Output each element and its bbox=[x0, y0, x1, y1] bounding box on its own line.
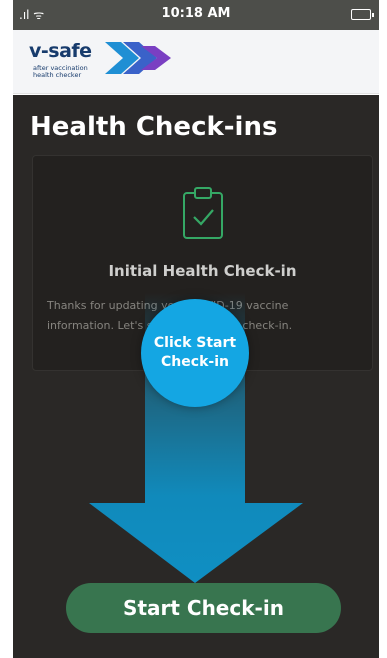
callout-text: Click Start Check-in bbox=[149, 334, 241, 372]
logo-subtitle: after vaccination health checker bbox=[33, 65, 88, 79]
phone-frame: .ıl ᯤ 10:18 AM v-safe after vaccination … bbox=[0, 0, 387, 658]
health-checkins-screen: Health Check-ins Initial Health Check-in… bbox=[13, 95, 379, 658]
callout-line1: Click Start bbox=[153, 335, 237, 351]
callout-line2: Check-in bbox=[161, 354, 229, 370]
battery-icon bbox=[351, 9, 374, 20]
status-bar: .ıl ᯤ 10:18 AM bbox=[13, 0, 379, 30]
vsafe-logo: v-safe after vaccination health checker bbox=[29, 38, 179, 86]
clipboard-check-icon bbox=[183, 187, 223, 239]
app-header: v-safe after vaccination health checker bbox=[13, 30, 379, 94]
card-title: Initial Health Check-in bbox=[108, 262, 297, 280]
logo-chevrons-icon bbox=[105, 42, 171, 74]
logo-subtitle-line2: health checker bbox=[33, 71, 82, 79]
start-checkin-button[interactable]: Start Check-in bbox=[66, 583, 341, 633]
click-start-callout: Click Start Check-in bbox=[141, 299, 249, 407]
status-time: 10:18 AM bbox=[161, 6, 231, 21]
logo-word: v-safe bbox=[29, 40, 92, 62]
page-title: Health Check-ins bbox=[30, 112, 278, 142]
